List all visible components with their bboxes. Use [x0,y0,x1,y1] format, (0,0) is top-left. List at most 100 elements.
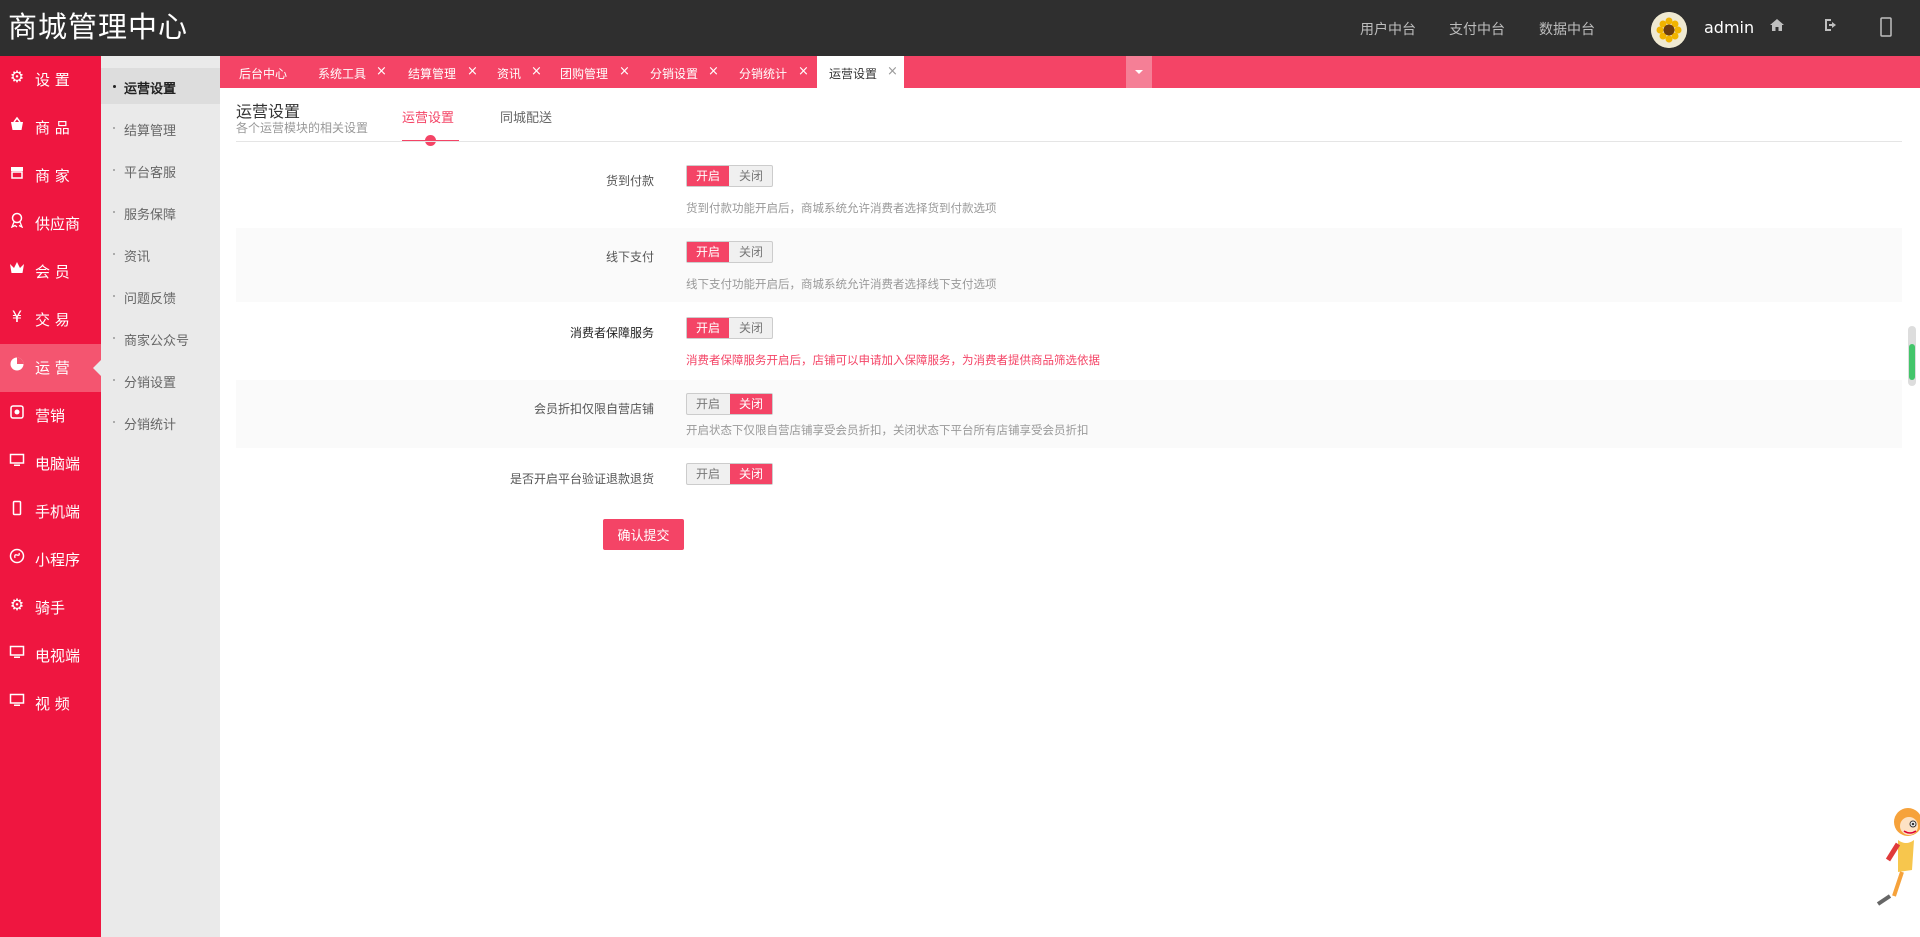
switch-on-option[interactable]: 开启 [687,242,729,262]
member-discount-switch[interactable]: 开启 关闭 [686,393,773,415]
sidebar-item-label: 设 置 [35,71,70,89]
offline-payment-switch[interactable]: 开启 关闭 [686,241,773,263]
submenu-item-customer-service[interactable]: 平台客服 [101,152,220,188]
sidebar-item-video[interactable]: 视 频 [0,680,101,728]
close-icon[interactable]: × [619,64,630,79]
tab-backend-center[interactable]: 后台中心 [220,56,298,88]
refund-verification-label: 是否开启平台验证退款退货 [509,472,654,486]
submenu-item-distribution-settings[interactable]: 分销设置 [101,362,220,398]
sidebar-item-label: 运 营 [35,359,70,377]
tab-group-buy[interactable]: 团购管理 × [543,56,632,88]
submenu-label: 问题反馈 [124,292,177,307]
divider [236,141,1902,142]
submenu-item-news[interactable]: 资讯 [101,236,220,272]
mascot-image [1868,800,1920,908]
tab-distribution-stats[interactable]: 分销统计 × [721,56,810,88]
close-icon[interactable]: × [467,64,478,79]
tab-same-city-delivery[interactable]: 同城配送 [500,107,552,126]
sidebar-item-label: 交 易 [35,311,70,329]
tab-label: 运营设置 [829,67,878,81]
cod-switch[interactable]: 开启 关闭 [686,165,773,187]
tab-news[interactable]: 资讯 × [481,56,543,88]
sidebar-item-trade[interactable]: ¥ 交 易 [0,296,101,344]
tab-system-tools[interactable]: 系统工具 × [298,56,391,88]
coupon-icon [8,404,26,422]
switch-off-option[interactable]: 关闭 [730,242,772,262]
switch-off-option[interactable]: 关闭 [730,318,772,338]
switch-on-option[interactable]: 开启 [687,464,729,484]
tab-settlement[interactable]: 结算管理 × [391,56,481,88]
sidebar-item-operation[interactable]: 运 营 [0,344,101,392]
fullscreen-icon[interactable] [1880,17,1892,41]
close-icon[interactable]: × [531,64,542,79]
tab-operation-settings[interactable]: 运营设置 × [817,56,904,88]
submenu-item-service-guarantee[interactable]: 服务保障 [101,194,220,230]
nav-payment-center[interactable]: 支付中台 [1449,19,1505,39]
sidebar-item-mobile[interactable]: 手机端 [0,488,101,536]
sidebar-item-label: 视 频 [35,695,70,713]
main-sidebar: ⚙ 设 置 商 品 商 家 供应商 会 员 ¥ 交 易 运 营 营销 电脑端 手… [0,56,101,937]
switch-on-option[interactable]: 开启 [687,166,729,186]
sidebar-item-label: 电视端 [35,647,81,665]
submenu-item-distribution-stats[interactable]: 分销统计 [101,404,220,440]
sidebar-item-label: 商 家 [35,167,70,185]
tab-label: 后台中心 [239,67,288,81]
submenu-item-settlement[interactable]: 结算管理 [101,110,220,146]
close-icon[interactable]: × [708,64,719,79]
sidebar-item-label: 营销 [35,407,66,425]
consumer-protection-switch[interactable]: 开启 关闭 [686,317,773,339]
submenu-label: 服务保障 [124,208,177,223]
tab-label: 系统工具 [318,67,367,81]
tab-label: 资讯 [497,67,522,81]
tab-bar: 后台中心 系统工具 × 结算管理 × 资讯 × 团购管理 × 分销设置 × 分销… [220,56,1920,88]
close-icon[interactable]: × [376,64,387,79]
switch-on-option[interactable]: 开启 [687,318,729,338]
close-icon[interactable]: × [798,64,809,79]
switch-on-option[interactable]: 开启 [687,394,729,414]
close-icon[interactable]: × [887,64,898,79]
sidebar-item-mini-program[interactable]: 小程序 [0,536,101,584]
sidebar-item-tv[interactable]: 电视端 [0,632,101,680]
switch-off-option[interactable]: 关闭 [730,166,772,186]
app-logo: 商城管理中心 [8,10,189,44]
submenu-label: 结算管理 [124,124,177,139]
gear-icon: ⚙ [9,595,25,614]
tab-operation-settings-page[interactable]: 运营设置 [402,107,454,126]
switch-off-option[interactable]: 关闭 [730,464,772,484]
nav-user-center[interactable]: 用户中台 [1360,19,1416,39]
nav-data-center[interactable]: 数据中台 [1539,19,1595,39]
submenu-label: 分销统计 [124,418,177,433]
mobile-icon [8,500,26,518]
sidebar-item-rider[interactable]: ⚙ 骑手 [0,584,101,632]
logout-icon[interactable] [1823,17,1839,37]
scrollbar-thumb[interactable] [1909,344,1915,380]
sidebar-item-label: 供应商 [35,215,81,233]
username[interactable]: admin [1704,18,1754,37]
page-subtitle: 各个运营模块的相关设置 [236,121,369,135]
member-discount-label: 会员折扣仅限自营店铺 [533,402,654,416]
sidebar-item-supplier[interactable]: 供应商 [0,200,101,248]
submenu-item-merchant-official-account[interactable]: 商家公众号 [101,320,220,356]
submenu-label: 资讯 [124,250,151,265]
sidebar-item-member[interactable]: 会 员 [0,248,101,296]
submit-button[interactable]: 确认提交 [603,519,684,550]
sidebar-item-settings[interactable]: ⚙ 设 置 [0,56,101,104]
avatar[interactable] [1651,12,1687,48]
cod-hint: 货到付款功能开启后，商城系统允许消费者选择货到付款选项 [686,201,997,215]
sidebar-item-goods[interactable]: 商 品 [0,104,101,152]
sidebar-item-pc[interactable]: 电脑端 [0,440,101,488]
switch-off-option[interactable]: 关闭 [730,394,772,414]
gear-icon: ⚙ [9,67,25,86]
submenu-item-feedback[interactable]: 问题反馈 [101,278,220,314]
monitor-icon [8,644,26,662]
mini-program-icon [8,548,26,566]
sidebar-item-marketing[interactable]: 营销 [0,392,101,440]
tabs-dropdown-button[interactable] [1126,56,1152,88]
submenu-item-operation-settings[interactable]: 运营设置 [101,68,220,104]
refund-verification-switch[interactable]: 开启 关闭 [686,463,773,485]
submenu-label: 运营设置 [124,82,177,97]
tab-distribution-settings[interactable]: 分销设置 × [632,56,721,88]
home-icon[interactable] [1769,17,1785,37]
sidebar-item-merchant[interactable]: 商 家 [0,152,101,200]
sidebar-item-label: 商 品 [35,119,70,137]
